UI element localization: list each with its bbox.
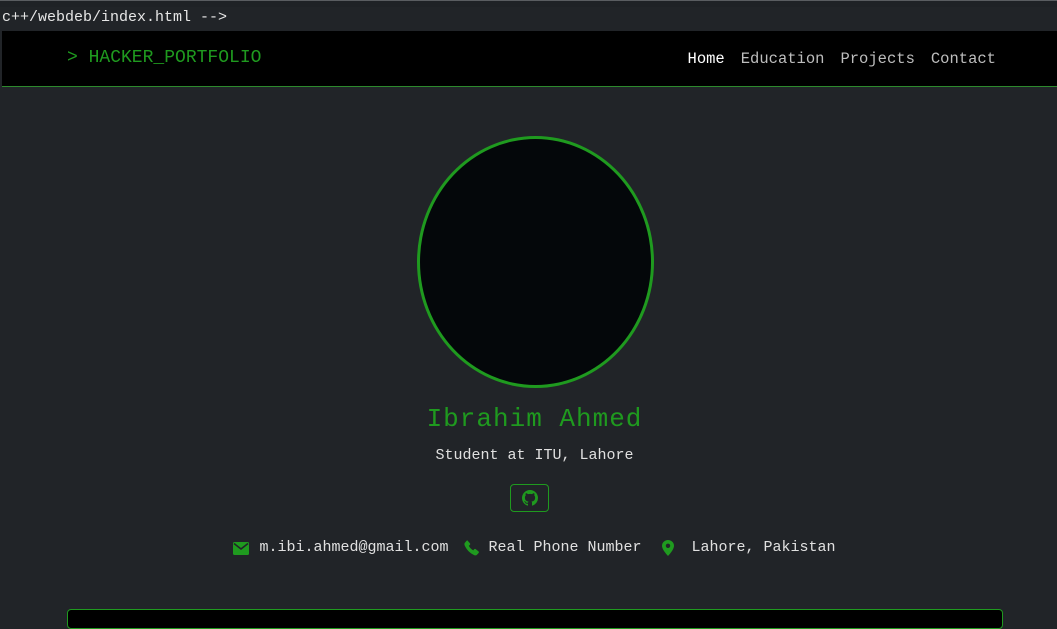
file-path-bar: c++/webdeb/index.html --> bbox=[0, 7, 1057, 31]
github-icon bbox=[521, 490, 538, 506]
profile-name: Ibrahim Ahmed bbox=[426, 404, 643, 434]
contact-location[interactable]: Lahore, Pakistan bbox=[658, 538, 836, 558]
navbar: > HACKER_PORTFOLIO Home Education Projec… bbox=[2, 31, 1057, 87]
contact-phone[interactable]: Real Phone Number bbox=[464, 538, 642, 558]
profile-avatar bbox=[417, 136, 654, 388]
nav-link-contact[interactable]: Contact bbox=[931, 49, 996, 69]
phone-text: Real Phone Number bbox=[488, 539, 642, 556]
nav-link-education[interactable]: Education bbox=[741, 49, 825, 69]
map-pin-icon bbox=[661, 540, 674, 556]
file-path-text: c++/webdeb/index.html --> bbox=[2, 9, 228, 26]
nav-link-projects[interactable]: Projects bbox=[840, 49, 914, 69]
nav-links: Home Education Projects Contact bbox=[688, 49, 996, 69]
profile-subtitle: Student at ITU, Lahore bbox=[435, 447, 634, 464]
envelope-icon bbox=[233, 541, 250, 555]
portfolio-page: > HACKER_PORTFOLIO Home Education Projec… bbox=[2, 31, 1057, 629]
contact-email[interactable]: m.ibi.ahmed@gmail.com bbox=[233, 538, 448, 558]
content-card bbox=[67, 609, 1003, 629]
location-text: Lahore, Pakistan bbox=[691, 539, 836, 556]
nav-link-home[interactable]: Home bbox=[688, 49, 725, 69]
brand-logo[interactable]: > HACKER_PORTFOLIO bbox=[67, 47, 261, 69]
email-text: m.ibi.ahmed@gmail.com bbox=[259, 539, 449, 556]
phone-icon bbox=[464, 540, 480, 556]
contact-info-row: m.ibi.ahmed@gmail.com Real Phone Number … bbox=[2, 538, 1057, 558]
github-button[interactable] bbox=[510, 484, 549, 512]
window-top-edge bbox=[0, 0, 1057, 7]
